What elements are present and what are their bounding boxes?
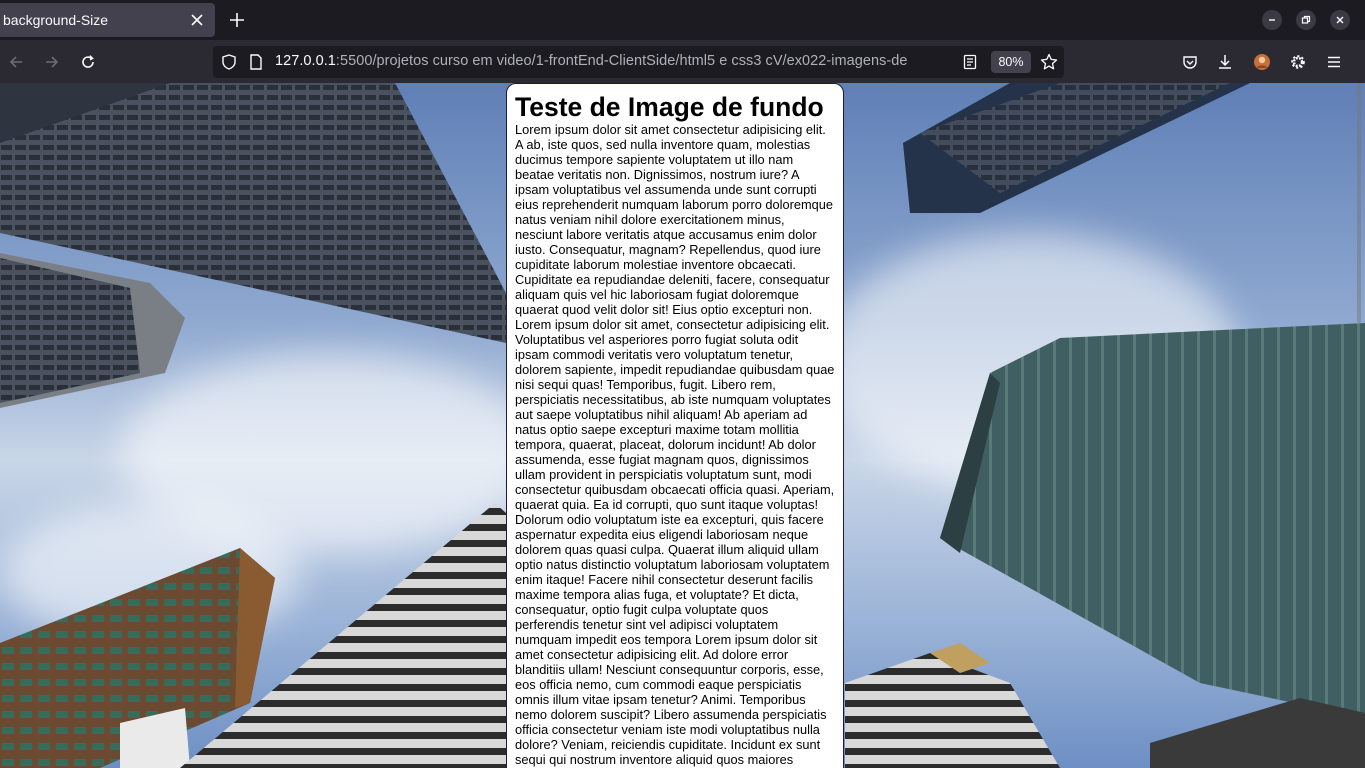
page-viewport: Teste de Image de fundo Lorem ipsum dolo… [0,83,1365,768]
gear-icon[interactable] [1284,48,1312,76]
close-icon[interactable] [185,8,209,32]
page-body-text: Lorem ipsum dolor sit amet consectetur a… [515,122,835,767]
navigation-toolbar: 127.0.0.1:5500/projetos curso em video/1… [0,40,1365,83]
content-card: Teste de Image de fundo Lorem ipsum dolo… [506,83,844,768]
reload-icon[interactable] [74,48,102,76]
star-icon[interactable] [1040,53,1058,76]
address-bar[interactable]: 127.0.0.1:5500/projetos curso em video/1… [213,46,1064,78]
close-window-icon[interactable] [1330,10,1350,30]
avatar[interactable] [1248,48,1276,76]
pocket-icon[interactable] [1176,48,1204,76]
minimize-icon[interactable] [1262,10,1282,30]
page-icon[interactable] [249,54,263,75]
page-heading: Teste de Image de fundo [515,92,824,122]
url-fade [913,50,953,74]
tab-title: background-Size [3,12,109,28]
plus-icon[interactable] [225,8,249,32]
zoom-level-button[interactable]: 80% [991,51,1031,73]
reader-view-icon[interactable] [963,54,977,75]
arrow-left-icon[interactable] [2,48,30,76]
url-path: :5500/projetos curso em video/1-frontEnd… [335,53,908,69]
shield-icon[interactable] [221,54,237,75]
browser-tab[interactable]: background-Size [0,3,215,37]
scrollbar[interactable] [1357,83,1361,323]
url-text[interactable]: 127.0.0.1:5500/projetos curso em video/1… [275,53,951,69]
tab-strip: background-Size [0,0,1365,40]
arrow-right-icon[interactable] [38,48,66,76]
download-icon[interactable] [1211,48,1239,76]
hamburger-icon[interactable] [1320,48,1348,76]
restore-icon[interactable] [1296,10,1316,30]
url-host: 127.0.0.1 [275,53,336,69]
